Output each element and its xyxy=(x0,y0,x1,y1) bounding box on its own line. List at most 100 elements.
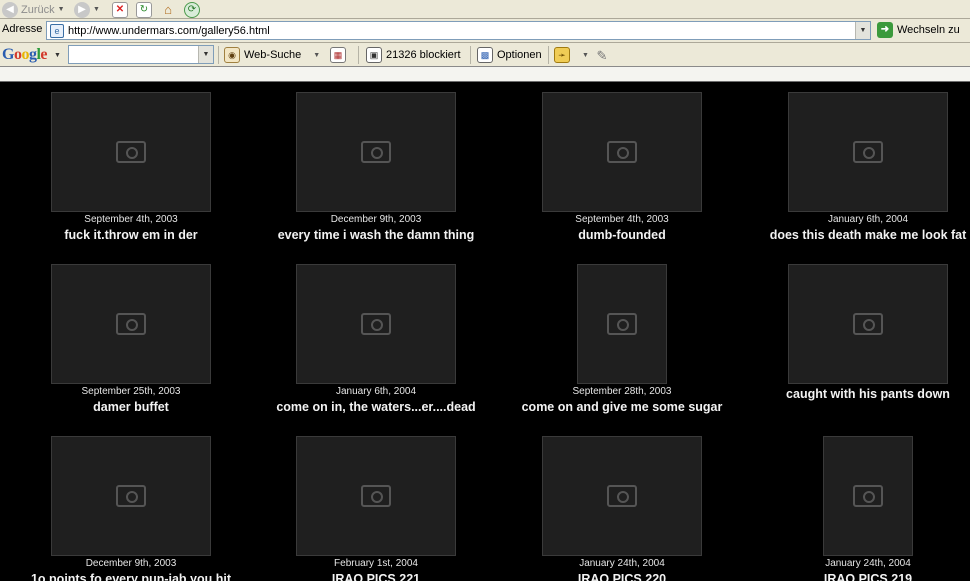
news-button[interactable]: ▦ xyxy=(330,47,346,63)
toolbar-separator xyxy=(470,46,471,64)
gallery-item-caption[interactable]: every time i wash the damn thing xyxy=(251,228,501,242)
gallery-item-caption[interactable]: IRAQ PICS 221 xyxy=(251,572,501,581)
back-button[interactable]: ◀ Zurück ▼ xyxy=(2,1,65,18)
gallery-thumbnail[interactable] xyxy=(823,436,913,556)
options-icon: ▩ xyxy=(477,47,493,63)
stop-icon: ✕ xyxy=(112,1,128,18)
refresh-icon: ↻ xyxy=(136,1,152,18)
popup-blocker-button[interactable]: ▣ 21326 blockiert xyxy=(366,47,461,63)
folder-button[interactable]: ➛ ▼ xyxy=(554,47,589,63)
stop-button[interactable]: ✕ xyxy=(112,1,128,18)
image-placeholder-icon xyxy=(361,141,391,163)
gallery-thumbnail[interactable] xyxy=(51,264,211,384)
image-placeholder-icon xyxy=(607,313,637,335)
gallery-item-caption[interactable]: does this death make me look fat xyxy=(743,228,970,242)
image-placeholder-icon xyxy=(607,141,637,163)
address-dropdown-button[interactable]: ▼ xyxy=(855,22,870,39)
gallery-item: February 1st, 2004 IRAQ PICS 221 xyxy=(251,436,501,581)
gallery-item-date: September 4th, 2003 xyxy=(84,214,178,225)
gallery-item: September 4th, 2003 fuck it.throw em in d… xyxy=(6,92,256,257)
options-button[interactable]: ▩ Optionen xyxy=(477,47,542,63)
address-toolbar: Adresse e http://www.undermars.com/galle… xyxy=(0,19,970,43)
gallery-thumbnail[interactable] xyxy=(296,92,456,212)
home-button[interactable]: ⌂ xyxy=(160,1,176,18)
image-placeholder-icon xyxy=(853,141,883,163)
gallery-item-date: January 6th, 2004 xyxy=(335,386,417,397)
gallery-item-caption[interactable]: fuck it.throw em in der xyxy=(6,228,256,242)
gallery-item-caption[interactable]: IRAQ PICS 220 xyxy=(497,572,747,581)
go-label: Wechseln zu xyxy=(897,24,960,36)
page-icon: e xyxy=(50,23,64,38)
image-placeholder-icon xyxy=(853,485,883,507)
refresh-button[interactable]: ↻ xyxy=(136,1,152,18)
gallery-thumbnail[interactable] xyxy=(51,92,211,212)
gallery-item-date: January 24th, 2004 xyxy=(825,558,911,569)
image-placeholder-icon xyxy=(116,141,146,163)
page-top-strip xyxy=(0,67,970,82)
address-field[interactable]: e http://www.undermars.com/gallery56.htm… xyxy=(46,21,871,40)
gallery-item: January 6th, 2004 come on in, the waters.… xyxy=(251,264,501,429)
logo-letter: e xyxy=(40,46,48,63)
gallery-item-date: September 4th, 2003 xyxy=(575,214,669,225)
gallery-grid: September 4th, 2003 fuck it.throw em in d… xyxy=(0,83,970,581)
gallery-item: September 4th, 2003 dumb-founded xyxy=(497,92,747,257)
back-label: Zurück xyxy=(21,3,55,16)
toolbar-separator xyxy=(548,46,549,64)
options-label: Optionen xyxy=(497,49,542,61)
highlight-button[interactable]: ✎ xyxy=(594,47,610,63)
gallery-thumbnail[interactable] xyxy=(296,264,456,384)
logo-letter: o xyxy=(21,46,29,63)
forward-button[interactable]: ▶ ▼ xyxy=(74,1,100,18)
forward-icon: ▶ xyxy=(74,1,90,18)
gallery-item: January 24th, 2004 IRAQ PICS 220 xyxy=(497,436,747,581)
news-icon: ▦ xyxy=(330,47,346,63)
gallery-item-date: September 25th, 2003 xyxy=(81,386,181,397)
folder-icon: ➛ xyxy=(554,47,570,63)
gallery-thumbnail[interactable] xyxy=(788,264,948,384)
gallery-item: September 28th, 2003 come on and give me … xyxy=(497,264,747,429)
gallery-thumbnail[interactable] xyxy=(296,436,456,556)
chevron-down-icon: ▼ xyxy=(313,51,321,59)
gallery-thumbnail[interactable] xyxy=(542,92,702,212)
gallery-item-caption[interactable]: IRAQ PICS 219 xyxy=(743,572,970,581)
gallery-thumbnail[interactable] xyxy=(577,264,667,384)
popup-blocker-icon: ▣ xyxy=(366,47,382,63)
google-toolbar: Google ▼ ▼ ◉ Web-Suche ▼ ▦ ▣ 21326 block… xyxy=(0,43,970,67)
gallery-item-caption[interactable]: caught with his pants down xyxy=(743,387,970,401)
google-search-input[interactable]: ▼ xyxy=(68,45,214,64)
gallery-item: September 25th, 2003 damer buffet xyxy=(6,264,256,429)
toolbar-separator xyxy=(358,46,359,64)
binoculars-icon: ◉ xyxy=(224,47,240,63)
web-search-button[interactable]: ◉ Web-Suche ▼ xyxy=(224,47,320,63)
gallery-item-caption[interactable]: come on in, the waters...er....dead xyxy=(251,400,501,414)
search-dropdown-button[interactable]: ▼ xyxy=(198,46,213,63)
gallery-item-caption[interactable]: dumb-founded xyxy=(497,228,747,242)
gallery-item-caption[interactable]: damer buffet xyxy=(6,400,256,414)
gallery-item: January 6th, 2004 does this death make me… xyxy=(743,92,970,257)
go-button[interactable]: ➜ Wechseln zu xyxy=(877,22,960,38)
chevron-down-icon: ▼ xyxy=(93,6,100,13)
history-icon: ⟳ xyxy=(184,1,200,18)
back-icon: ◀ xyxy=(2,1,18,18)
gallery-item: December 9th, 2003 1o points fo every pun… xyxy=(6,436,256,581)
address-url[interactable]: http://www.undermars.com/gallery56.html xyxy=(68,25,855,37)
gallery-item: caught with his pants down xyxy=(743,264,970,429)
chevron-down-icon[interactable]: ▼ xyxy=(54,52,61,59)
history-button[interactable]: ⟳ xyxy=(184,1,200,18)
google-search-value[interactable] xyxy=(69,46,198,63)
image-placeholder-icon xyxy=(607,485,637,507)
gallery-item-caption[interactable]: 1o points fo every pun-jab you hit xyxy=(6,572,256,581)
gallery-item: December 9th, 2003 every time i wash the … xyxy=(251,92,501,257)
gallery-thumbnail[interactable] xyxy=(788,92,948,212)
gallery-thumbnail[interactable] xyxy=(51,436,211,556)
image-placeholder-icon xyxy=(361,485,391,507)
address-label: Adresse xyxy=(2,23,43,35)
gallery-item: January 24th, 2004 IRAQ PICS 219 xyxy=(743,436,970,581)
google-logo[interactable]: Google xyxy=(2,46,47,64)
chevron-down-icon: ▼ xyxy=(57,6,65,13)
go-arrow-icon: ➜ xyxy=(877,22,893,38)
gallery-item-caption[interactable]: come on and give me some sugar xyxy=(497,400,747,414)
gallery-item-date: December 9th, 2003 xyxy=(330,214,422,225)
gallery-thumbnail[interactable] xyxy=(542,436,702,556)
toolbar-separator xyxy=(218,46,219,64)
